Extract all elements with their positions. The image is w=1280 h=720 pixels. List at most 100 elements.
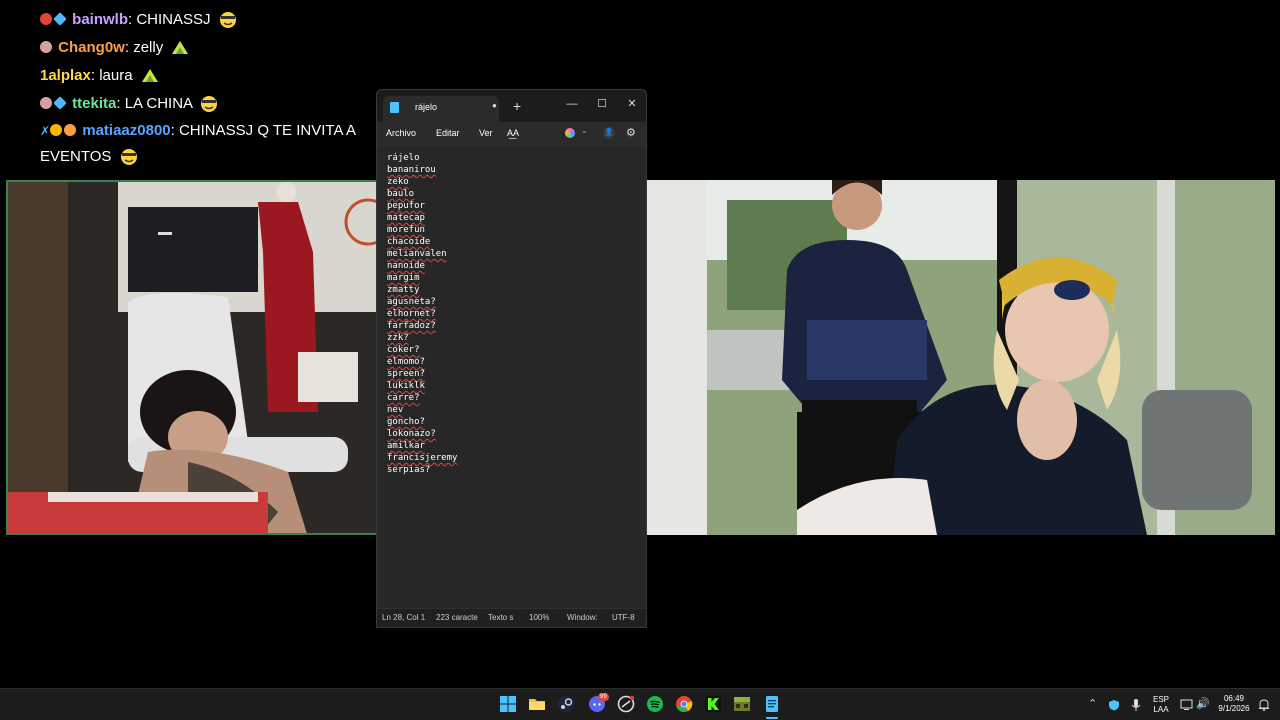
editor-line: amilkar [387, 441, 425, 451]
menu-bar: Archivo Editar Ver A͟A ⌄ 👤 ⚙ [377, 122, 646, 146]
editor-line: zeko [387, 177, 409, 187]
notepad-taskbar-icon[interactable] [763, 695, 781, 713]
notification-badge: 99 [598, 693, 609, 701]
stream-chat-overlay: bainwlb: CHINASSJ Chang0w: zelly 1alplax… [40, 4, 370, 170]
notepad-window[interactable]: rájelo ● + — ☐ ✕ Archivo Editar Ver A͟A … [376, 89, 647, 628]
cube-badge-icon [53, 12, 67, 26]
chat-text: : CHINASSJ Q TE INVITA A [170, 122, 356, 139]
chat-username: matiaaz0800 [82, 122, 171, 139]
chat-message: ttekita: LA CHINA [40, 90, 370, 118]
webcam-feed-right [647, 180, 1275, 535]
cursor-position[interactable]: Ln 28, Col 1 [382, 613, 425, 622]
steam-icon[interactable] [557, 695, 575, 713]
status-bar: Ln 28, Col 1 223 caracte Texto s 100% Wi… [377, 608, 646, 627]
new-tab-icon[interactable]: + [513, 99, 521, 113]
active-app-indicator [766, 717, 778, 719]
editor-line: nev [387, 405, 404, 415]
copilot-icon[interactable] [565, 128, 575, 138]
network-icon[interactable] [1180, 699, 1193, 711]
editor-line: rájelo [387, 153, 420, 163]
gear-icon[interactable]: ⚙ [626, 126, 636, 139]
editor-line: farfadoz? [387, 321, 436, 331]
badge-icon [40, 13, 52, 25]
text-editor[interactable]: rájelo bananirou zeko baulo pepufor mate… [377, 146, 646, 610]
close-icon[interactable]: ✕ [617, 94, 647, 114]
editor-line: matecap [387, 213, 425, 223]
notification-bell-icon[interactable] [1258, 698, 1270, 711]
chat-username: 1alplax [40, 67, 91, 84]
editor-line: coker? [387, 345, 420, 355]
encoding: UTF-8 [612, 613, 635, 622]
editor-line: spreen? [387, 369, 425, 379]
webcam-scene [8, 182, 376, 533]
notepad-icon [390, 102, 399, 113]
editor-line: elhornet? [387, 309, 436, 319]
windows-start-icon[interactable] [499, 695, 517, 713]
app-icon[interactable] [617, 695, 635, 713]
editor-line: francisjeremy [387, 453, 458, 463]
menu-ver[interactable]: Ver [479, 128, 493, 138]
editor-line: agusneta? [387, 297, 436, 307]
clock[interactable]: 06:49 9/1/2026 [1214, 694, 1254, 714]
emote-icon [141, 69, 158, 82]
char-count: 223 caracte [436, 613, 478, 622]
emote-icon [201, 96, 218, 112]
chat-text: : LA CHINA [116, 95, 193, 112]
chevron-down-icon[interactable]: ⌄ [581, 126, 588, 135]
badge-icon [64, 124, 77, 136]
title-bar[interactable]: rájelo ● + — ☐ ✕ [377, 90, 646, 122]
editor-line: carre? [387, 393, 420, 403]
editor-line: zzk? [387, 333, 409, 343]
tab-rajelo[interactable]: rájelo ● [383, 96, 499, 122]
input-language[interactable]: ESP LAA [1151, 695, 1171, 715]
chat-message: ✗ matiaaz0800: CHINASSJ Q TE INVITA A EV… [40, 118, 370, 170]
cube-badge-icon [53, 96, 67, 110]
tab-title: rájelo [415, 102, 438, 112]
shield-icon[interactable] [1108, 699, 1120, 711]
editor-line: morefun [387, 225, 425, 235]
editor-line: lukiklk [387, 381, 425, 391]
clock-date: 9/1/2026 [1218, 704, 1250, 713]
sword-badge-icon: ✗ [40, 124, 51, 138]
keyboard-layout: LAA [1153, 705, 1169, 714]
chat-text: : laura [90, 67, 133, 84]
editor-line: goncho? [387, 417, 425, 427]
minimize-icon[interactable]: — [557, 94, 587, 114]
chat-text: EVENTOS [40, 148, 112, 165]
text-format-icon[interactable]: A͟A [507, 128, 519, 138]
editor-line: melianvalen [387, 249, 447, 259]
minecraft-icon[interactable] [733, 695, 751, 713]
line-ending: Window: [567, 613, 598, 622]
chevron-up-icon[interactable]: ⌃ [1088, 697, 1097, 710]
editor-line: bananirou [387, 165, 436, 175]
taskbar: 99 ⌃ ESP LAA 🔊 06:49 9/1/2026 [0, 688, 1280, 720]
badge-icon [40, 97, 52, 109]
maximize-icon[interactable]: ☐ [587, 94, 617, 114]
kick-icon[interactable] [704, 695, 722, 713]
webcam-scene [647, 180, 1275, 535]
menu-archivo[interactable]: Archivo [386, 128, 416, 138]
text-format: Texto s [488, 613, 514, 622]
chat-text: : CHINASSJ [128, 11, 211, 28]
emote-icon [120, 149, 137, 165]
badge-icon [40, 41, 52, 53]
chat-username: Chang0w [58, 39, 125, 56]
editor-line: lokonazo? [387, 429, 436, 439]
file-explorer-icon[interactable] [528, 695, 546, 713]
editor-line: nanoide [387, 261, 425, 271]
editor-line: zmatty [387, 285, 420, 295]
zoom-level[interactable]: 100% [529, 613, 549, 622]
microphone-icon[interactable] [1131, 698, 1141, 712]
tab-close-icon[interactable]: ● [492, 101, 497, 110]
chat-message: bainwlb: CHINASSJ [40, 6, 370, 34]
chrome-icon[interactable] [675, 695, 693, 713]
volume-icon[interactable]: 🔊 [1196, 697, 1210, 710]
chat-username: ttekita [72, 95, 117, 112]
chat-message: 1alplax: laura [40, 62, 370, 90]
menu-editar[interactable]: Editar [436, 128, 460, 138]
spotify-icon[interactable] [646, 695, 664, 713]
editor-line: serpias? [387, 465, 431, 475]
editor-line: margim [387, 273, 420, 283]
badge-icon [50, 124, 63, 136]
account-icon[interactable]: 👤 [603, 127, 615, 139]
